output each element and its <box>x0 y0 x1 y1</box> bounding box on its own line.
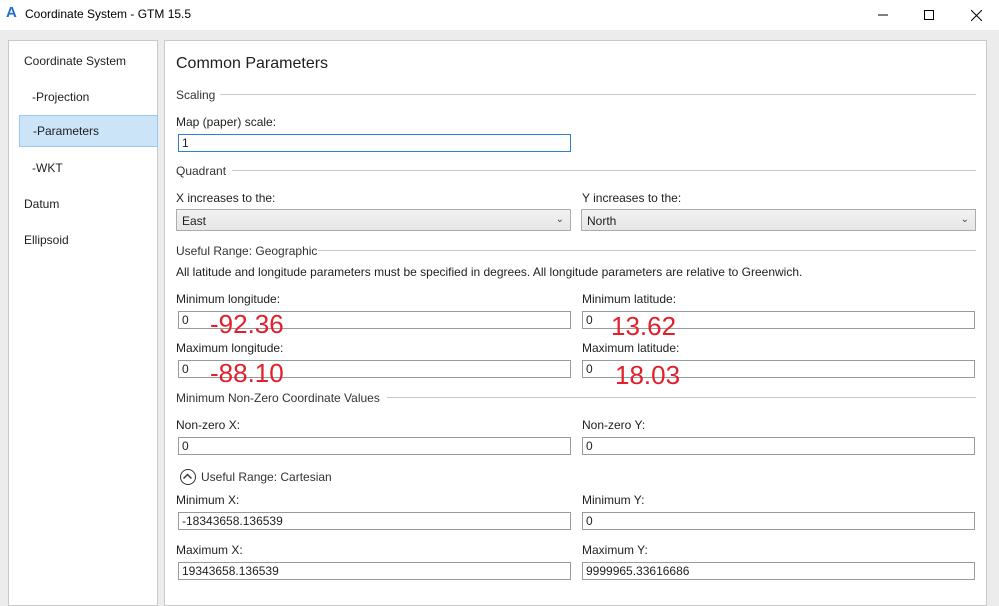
min-x-label: Minimum X: <box>176 493 240 507</box>
max-latitude-label: Maximum latitude: <box>582 341 680 355</box>
annotation-min-longitude: -92.36 <box>210 309 284 339</box>
section-divider <box>232 170 976 171</box>
nonzero-x-label: Non-zero X: <box>176 418 241 432</box>
section-scaling: Scaling <box>176 88 216 102</box>
close-icon <box>970 9 982 21</box>
minimize-icon <box>878 14 888 16</box>
autodesk-a-icon: A <box>6 4 17 21</box>
min-x-input[interactable] <box>178 512 571 530</box>
map-scale-input[interactable] <box>178 134 571 152</box>
sidebar-item-projection[interactable]: -Projection <box>9 81 157 113</box>
annotation-max-latitude: 18.03 <box>615 360 681 390</box>
max-x-label: Maximum X: <box>176 543 243 557</box>
x-direction-select[interactable]: East ⌄ <box>176 209 571 231</box>
chevron-down-icon: ⌄ <box>555 214 564 225</box>
nonzero-y-input[interactable] <box>582 437 975 455</box>
min-y-input[interactable] <box>582 512 975 530</box>
section-cartesian[interactable]: Useful Range: Cartesian <box>201 470 332 484</box>
parameters-panel: Common Parameters Scaling Map (paper) sc… <box>164 40 987 606</box>
sidebar-item-wkt[interactable]: -WKT <box>9 152 157 184</box>
min-latitude-label: Minimum latitude: <box>582 292 677 306</box>
sidebar-item-coordinate-system[interactable]: Coordinate System <box>9 45 157 77</box>
section-quadrant: Quadrant <box>176 164 227 178</box>
sidebar: Coordinate System -Projection -Parameter… <box>8 40 158 606</box>
max-longitude-label: Maximum longitude: <box>176 341 284 355</box>
x-direction-value: East <box>182 214 207 228</box>
nonzero-y-label: Non-zero Y: <box>582 418 646 432</box>
close-button[interactable] <box>953 0 999 30</box>
annotation-min-latitude: 13.62 <box>611 311 677 341</box>
sidebar-item-parameters[interactable]: -Parameters <box>19 115 158 147</box>
nonzero-x-input[interactable] <box>178 437 571 455</box>
page-title: Common Parameters <box>176 55 329 72</box>
y-direction-value: North <box>587 214 617 228</box>
x-direction-label: X increases to the: <box>176 191 276 205</box>
chevron-down-icon: ⌄ <box>960 214 969 225</box>
max-y-label: Maximum Y: <box>582 543 648 557</box>
title-bar: A Coordinate System - GTM 15.5 <box>0 0 999 30</box>
y-direction-select[interactable]: North ⌄ <box>581 209 976 231</box>
max-x-input[interactable] <box>178 562 571 580</box>
maximize-button[interactable] <box>906 0 952 30</box>
minimize-button[interactable] <box>860 0 906 30</box>
min-y-label: Minimum Y: <box>582 493 645 507</box>
min-longitude-label: Minimum longitude: <box>176 292 281 306</box>
annotation-max-longitude: -88.10 <box>210 358 284 388</box>
max-y-input[interactable] <box>582 562 975 580</box>
maximize-icon <box>924 10 934 20</box>
window-title: Coordinate System - GTM 15.5 <box>25 7 192 21</box>
chevron-up-circle-icon[interactable] <box>180 469 196 485</box>
sidebar-item-datum[interactable]: Datum <box>9 188 157 220</box>
sidebar-item-ellipsoid[interactable]: Ellipsoid <box>9 224 157 256</box>
section-divider <box>220 94 976 95</box>
y-direction-label: Y increases to the: <box>582 191 682 205</box>
section-divider <box>387 397 976 398</box>
section-nonzero: Minimum Non-Zero Coordinate Values <box>176 391 380 405</box>
section-divider <box>318 250 976 251</box>
map-scale-label: Map (paper) scale: <box>176 115 277 129</box>
geographic-note: All latitude and longitude parameters mu… <box>176 265 803 279</box>
section-geographic: Useful Range: Geographic <box>176 244 318 258</box>
